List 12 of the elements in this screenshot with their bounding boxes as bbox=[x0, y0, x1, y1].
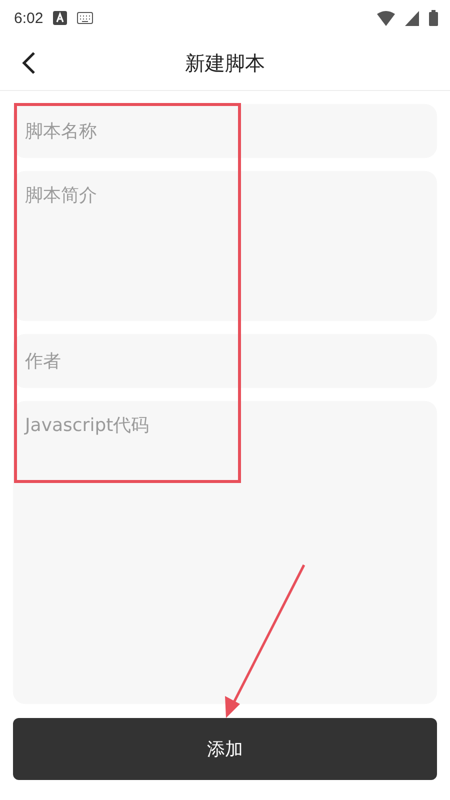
code-area[interactable]: Javascript代码 bbox=[13, 401, 437, 704]
input-field[interactable]: 脚本名称 bbox=[13, 104, 437, 158]
page-title: 新建脚本 bbox=[185, 50, 265, 76]
input-field[interactable]: 作者 bbox=[13, 334, 437, 388]
app-icon bbox=[53, 11, 68, 25]
battery-icon bbox=[429, 10, 438, 26]
keyboard-icon bbox=[77, 12, 94, 24]
text-area[interactable]: 脚本简介 bbox=[13, 171, 437, 321]
status-time: 6:02 bbox=[14, 10, 44, 26]
add-button[interactable]: 添加 bbox=[13, 718, 437, 780]
signal-icon bbox=[405, 10, 419, 26]
wifi-icon bbox=[377, 10, 395, 26]
